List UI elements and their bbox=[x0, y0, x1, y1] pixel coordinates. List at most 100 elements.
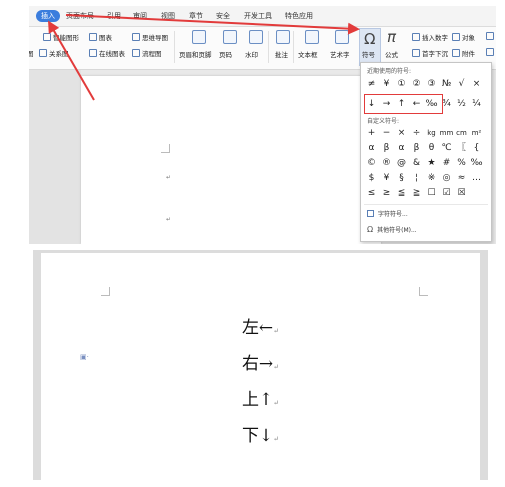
tab-view[interactable]: 视图 bbox=[161, 11, 175, 21]
symbol-cell[interactable]: ※ bbox=[424, 171, 439, 186]
online-chart-button[interactable]: 在线图表 bbox=[89, 48, 125, 58]
symbol-cell[interactable]: ℃ bbox=[439, 141, 454, 156]
attachment-icon bbox=[452, 49, 460, 57]
object-icon bbox=[452, 33, 460, 41]
tab-insert[interactable]: 插入 bbox=[36, 10, 60, 22]
symbol-cell[interactable]: − bbox=[379, 126, 394, 141]
symbol-cell[interactable]: ☑ bbox=[439, 186, 454, 201]
symbol-cell[interactable]: m² bbox=[469, 126, 484, 141]
crop-mark bbox=[419, 287, 428, 296]
symbol-cell[interactable]: ≦ bbox=[394, 186, 409, 201]
symbol-cell[interactable]: β bbox=[379, 141, 394, 156]
symbol-cell[interactable]: ◎ bbox=[439, 171, 454, 186]
tab-review[interactable]: 审阅 bbox=[133, 11, 147, 21]
symbol-cell[interactable]: α bbox=[394, 141, 409, 156]
pi-icon[interactable]: π bbox=[387, 28, 396, 46]
symbol-cell[interactable]: ÷ bbox=[409, 126, 424, 141]
symbol-cell[interactable]: mm bbox=[439, 126, 454, 141]
insert-number-button[interactable]: 插入数字 bbox=[412, 32, 448, 42]
symbol-cell[interactable]: ③ bbox=[424, 77, 439, 92]
picture-button[interactable]: 图 bbox=[29, 48, 34, 58]
formula-button[interactable]: 公式 bbox=[385, 49, 398, 59]
page-number-button[interactable]: 页码 bbox=[219, 49, 232, 59]
watermark-button[interactable]: 水印 bbox=[245, 49, 258, 59]
symbol-cell[interactable]: ≥ bbox=[379, 186, 394, 201]
text-line-left[interactable]: 左←↵ bbox=[41, 313, 480, 338]
symbol-button[interactable]: Ω bbox=[359, 28, 381, 66]
symbol-cell[interactable]: № bbox=[439, 77, 454, 92]
text-line-up[interactable]: 上↑↵ bbox=[41, 385, 480, 410]
ribbon-tab-bar: 插入 页面布局 引用 审阅 视图 章节 安全 开发工具 特色应用 bbox=[29, 6, 496, 27]
symbol-cell[interactable]: × bbox=[469, 77, 484, 92]
symbol-cell[interactable]: kg bbox=[424, 126, 439, 141]
symbol-cell[interactable]: … bbox=[469, 171, 484, 186]
mind-map-button[interactable]: 思维导图 bbox=[132, 32, 168, 42]
symbol-cell[interactable]: θ bbox=[424, 141, 439, 156]
document-page[interactable]: ▣· 左←↵ 右→↵ 上↑↵ 下↓↵ bbox=[41, 253, 480, 480]
symbol-cell[interactable]: § bbox=[394, 171, 409, 186]
smart-graphic-button[interactable]: 智能图形 bbox=[43, 32, 79, 42]
crop-mark bbox=[101, 287, 110, 296]
symbol-cell[interactable]: @ bbox=[394, 156, 409, 171]
attachment-button[interactable]: 附件 bbox=[452, 48, 475, 58]
symbol-cell[interactable]: ☒ bbox=[454, 186, 469, 201]
symbol-dropdown: 近期使用的符号: ≠ ¥ ① ② ③ № √ × ↓ → ↑ ← ‰ ¾ ½ ¼… bbox=[360, 62, 492, 242]
tab-references[interactable]: 引用 bbox=[107, 11, 121, 21]
more-icon[interactable] bbox=[486, 48, 494, 56]
word-art-button[interactable]: 艺术字 bbox=[330, 49, 350, 59]
symbol-cell[interactable]: & bbox=[409, 156, 424, 171]
symbol-cell[interactable]: ≤ bbox=[364, 186, 379, 201]
symbol-cell[interactable]: ¦ bbox=[409, 171, 424, 186]
symbol-cell[interactable]: % bbox=[454, 156, 469, 171]
flowchart-button[interactable]: 流程图 bbox=[132, 48, 162, 58]
omega-icon: Ω bbox=[367, 225, 374, 234]
text-box-button[interactable]: 文本框 bbox=[298, 49, 318, 59]
symbol-cell[interactable]: ≧ bbox=[409, 186, 424, 201]
comment-button[interactable]: 批注 bbox=[275, 49, 288, 59]
symbol-cell[interactable]: ☐ bbox=[424, 186, 439, 201]
insert-number-icon bbox=[412, 33, 420, 41]
symbol-cell[interactable]: × bbox=[394, 126, 409, 141]
custom-symbols-grid: + − × ÷ kg mm cm m² α β α β θ ℃ 〖 { © ® … bbox=[364, 126, 484, 201]
symbol-cell[interactable]: { bbox=[469, 141, 484, 156]
tab-page-layout[interactable]: 页面布局 bbox=[66, 11, 94, 21]
symbol-cell[interactable]: ② bbox=[409, 77, 424, 92]
symbol-cell[interactable]: ¥ bbox=[379, 171, 394, 186]
symbol-cell[interactable]: # bbox=[439, 156, 454, 171]
tab-chapter[interactable]: 章节 bbox=[189, 11, 203, 21]
tab-developer[interactable]: 开发工具 bbox=[244, 11, 272, 21]
symbol-cell[interactable]: β bbox=[409, 141, 424, 156]
tab-featured[interactable]: 特色应用 bbox=[285, 11, 313, 21]
symbol-cell[interactable]: √ bbox=[454, 77, 469, 92]
relation-graph-button[interactable]: 关系图 bbox=[39, 48, 69, 58]
header-footer-button[interactable]: 页眉和页脚 bbox=[179, 49, 212, 59]
text-line-right[interactable]: 右→↵ bbox=[41, 349, 480, 374]
symbol-button-label[interactable]: 符号 bbox=[362, 49, 375, 59]
symbol-cell[interactable]: + bbox=[364, 126, 379, 141]
more-icon[interactable] bbox=[486, 32, 494, 40]
drop-cap-button[interactable]: 首字下沉 bbox=[412, 48, 448, 58]
symbol-cell[interactable]: ≠ bbox=[364, 77, 379, 92]
chart-button[interactable]: 图表 bbox=[89, 32, 112, 42]
symbol-cell[interactable]: ¥ bbox=[379, 77, 394, 92]
symbol-cell[interactable]: ‰ bbox=[469, 156, 484, 171]
other-symbols-item[interactable]: Ω 其他符号(M)... bbox=[367, 225, 417, 234]
symbol-cell[interactable]: ★ bbox=[424, 156, 439, 171]
symbol-cell[interactable]: © bbox=[364, 156, 379, 171]
symbol-cell[interactable]: ≈ bbox=[454, 171, 469, 186]
symbol-cell[interactable]: ½ bbox=[454, 97, 469, 112]
symbol-cell[interactable]: α bbox=[364, 141, 379, 156]
symbol-cell[interactable]: 〖 bbox=[454, 141, 469, 156]
text-line-down[interactable]: 下↓↵ bbox=[41, 421, 480, 446]
document-page[interactable]: ↵ ↵ bbox=[81, 76, 381, 244]
symbol-cell[interactable] bbox=[469, 186, 484, 201]
symbol-cell[interactable]: ® bbox=[379, 156, 394, 171]
tab-security[interactable]: 安全 bbox=[216, 11, 230, 21]
symbol-cell[interactable]: ¼ bbox=[469, 97, 484, 112]
paragraph-mark: ↵ bbox=[273, 435, 280, 443]
symbol-cell[interactable]: $ bbox=[364, 171, 379, 186]
symbol-cell[interactable]: cm bbox=[454, 126, 469, 141]
symbol-cell[interactable]: ① bbox=[394, 77, 409, 92]
character-symbol-item[interactable]: 字符符号... bbox=[367, 209, 408, 218]
object-button[interactable]: 对象 bbox=[452, 32, 475, 42]
